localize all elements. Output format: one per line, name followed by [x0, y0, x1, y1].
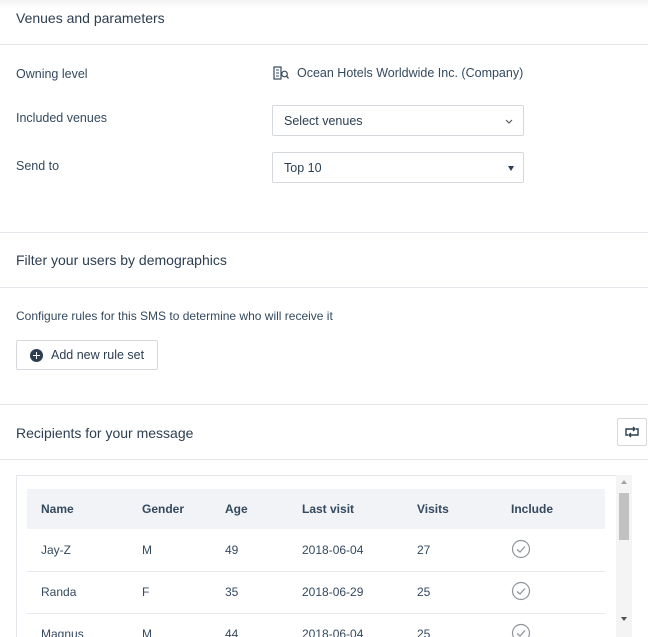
owning-level-value: Ocean Hotels Worldwide Inc. (Company): [273, 66, 523, 80]
table-row: Jay-Z M 49 2018-06-04 27: [27, 529, 605, 572]
cell-name: Jay-Z: [41, 543, 71, 557]
included-venues-label: Included venues: [16, 111, 108, 125]
divider: [0, 404, 648, 405]
scroll-down-arrow-icon[interactable]: [621, 617, 627, 621]
scrollbar-thumb[interactable]: [619, 493, 629, 540]
check-circle-icon[interactable]: [511, 539, 531, 559]
company-building-icon: [273, 66, 289, 80]
demographics-section-title: Filter your users by demographics: [16, 252, 227, 268]
cell-age: 49: [225, 543, 239, 557]
add-rule-set-button[interactable]: Add new rule set: [16, 340, 158, 370]
cell-name: Magnus: [41, 627, 84, 637]
column-header-visits[interactable]: Visits: [417, 502, 449, 516]
send-to-value: Top 10: [284, 161, 322, 175]
included-venues-placeholder: Select venues: [284, 114, 363, 128]
cell-gender: M: [142, 627, 152, 637]
divider: [0, 459, 648, 460]
plus-circle-icon: [30, 348, 43, 362]
table-header: Name Gender Age Last visit Visits Includ…: [27, 489, 605, 529]
send-to-label: Send to: [16, 159, 60, 173]
included-venues-select[interactable]: Select venues: [272, 105, 524, 136]
cell-visits: 25: [417, 627, 431, 637]
cell-last-visit: 2018-06-29: [302, 585, 364, 599]
recipients-table: Name Gender Age Last visit Visits Includ…: [16, 475, 632, 637]
owning-level-text: Ocean Hotels Worldwide Inc. (Company): [297, 66, 524, 80]
column-header-age[interactable]: Age: [225, 502, 248, 516]
column-header-name[interactable]: Name: [41, 502, 74, 516]
chevron-down-icon: [505, 119, 513, 124]
cell-age: 44: [225, 627, 239, 637]
cell-name: Randa: [41, 585, 77, 599]
divider: [0, 232, 648, 233]
scroll-up-arrow-icon[interactable]: [621, 480, 627, 484]
owning-level-label: Owning level: [16, 67, 88, 81]
recipients-section-title: Recipients for your message: [16, 425, 194, 441]
check-circle-icon[interactable]: [511, 623, 531, 637]
divider: [0, 287, 648, 288]
check-circle-icon[interactable]: [511, 581, 531, 601]
venues-section-title: Venues and parameters: [16, 10, 165, 26]
cell-visits: 25: [417, 585, 431, 599]
cell-visits: 27: [417, 543, 431, 557]
add-rule-set-label: Add new rule set: [51, 348, 145, 362]
divider: [0, 44, 648, 45]
table-row: Randa F 35 2018-06-29 25: [27, 571, 605, 614]
cell-gender: M: [142, 543, 152, 557]
cell-last-visit: 2018-06-04: [302, 543, 364, 557]
column-header-include[interactable]: Include: [511, 502, 553, 516]
refresh-button[interactable]: [617, 418, 647, 446]
column-header-last-visit[interactable]: Last visit: [302, 502, 354, 516]
top-edge-shadow: [0, 0, 648, 8]
cell-gender: F: [142, 585, 150, 599]
demographics-description: Configure rules for this SMS to determin…: [16, 309, 333, 323]
cell-last-visit: 2018-06-04: [302, 627, 364, 637]
cell-age: 35: [225, 585, 239, 599]
column-header-gender[interactable]: Gender: [142, 502, 184, 516]
refresh-icon: [625, 426, 639, 438]
caret-down-icon: [508, 166, 514, 171]
send-to-select[interactable]: Top 10: [272, 152, 524, 183]
table-row: Magnus M 44 2018-06-04 25: [27, 613, 605, 637]
